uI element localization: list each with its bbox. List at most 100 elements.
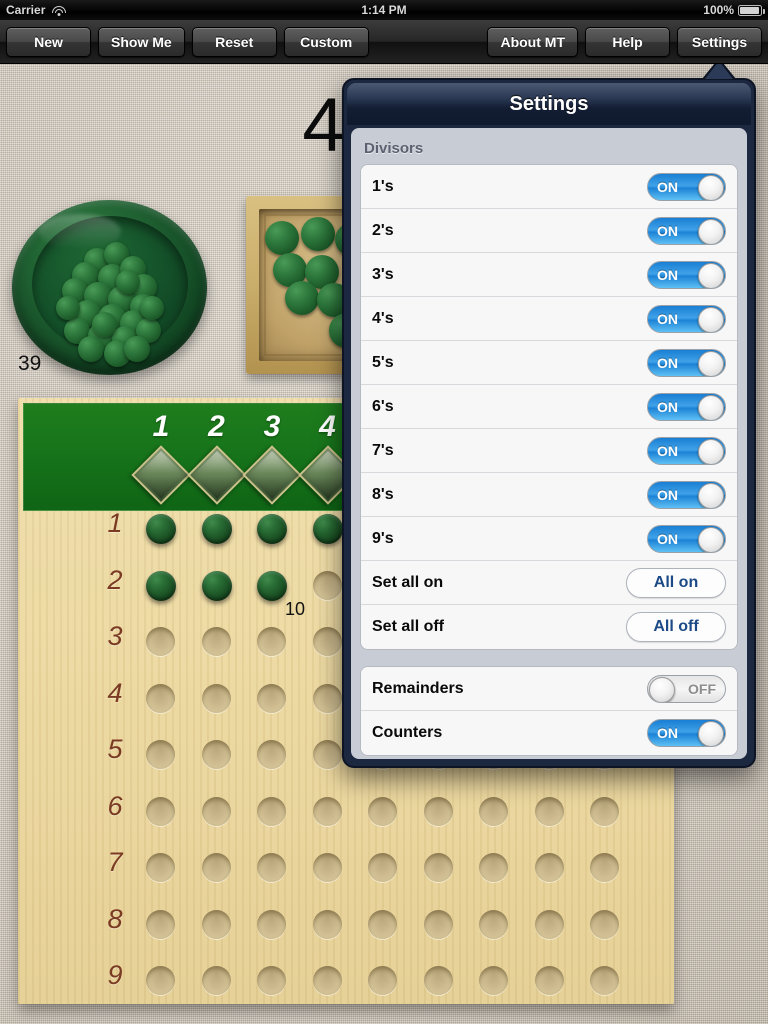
- board-hole[interactable]: [146, 627, 175, 656]
- board-hole[interactable]: [312, 909, 342, 939]
- help-button[interactable]: Help: [585, 26, 670, 57]
- bowl-counter[interactable]: [56, 296, 80, 320]
- divisor-toggle-8[interactable]: ON: [647, 480, 726, 509]
- board-hole[interactable]: [312, 853, 342, 882]
- settings-row[interactable]: 2's ON: [361, 209, 737, 253]
- show-me-button[interactable]: Show Me: [98, 26, 185, 57]
- board-hole[interactable]: [257, 909, 286, 939]
- divisor-toggle-5[interactable]: ON: [647, 348, 726, 377]
- column-marker-2[interactable]: [186, 445, 247, 505]
- counters-toggle[interactable]: ON: [647, 719, 726, 747]
- board-counter[interactable]: [257, 514, 287, 544]
- board-counter[interactable]: [201, 514, 232, 544]
- settings-row[interactable]: 1's ON: [361, 165, 737, 209]
- board-hole[interactable]: [312, 740, 342, 769]
- bowl-counter[interactable]: [78, 336, 104, 362]
- board-hole[interactable]: [257, 966, 286, 995]
- tray-counter[interactable]: [285, 281, 319, 315]
- remainders-toggle[interactable]: OFF: [647, 674, 726, 703]
- settings-row[interactable]: 7's ON: [361, 429, 737, 473]
- board-counter[interactable]: [146, 514, 176, 544]
- bowl-counter[interactable]: [140, 296, 164, 320]
- board-hole[interactable]: [312, 627, 342, 656]
- board-hole[interactable]: [146, 796, 175, 826]
- board-hole[interactable]: [479, 909, 508, 939]
- board-hole[interactable]: [368, 853, 397, 882]
- settings-row[interactable]: Remainders OFF: [361, 667, 737, 711]
- custom-button[interactable]: Custom: [283, 26, 369, 57]
- board-hole[interactable]: [257, 627, 286, 656]
- settings-row[interactable]: 3's ON: [361, 253, 737, 297]
- settings-row[interactable]: 8's ON: [361, 473, 737, 517]
- board-hole[interactable]: [146, 909, 175, 939]
- board-hole[interactable]: [590, 909, 619, 939]
- tray-counter[interactable]: [301, 217, 335, 251]
- settings-button[interactable]: Settings: [677, 26, 762, 57]
- board-hole[interactable]: [368, 909, 397, 939]
- tray-counter[interactable]: [265, 221, 299, 255]
- settings-row[interactable]: 4's ON: [361, 297, 737, 341]
- set-all-on-button[interactable]: All on: [626, 567, 726, 598]
- board-hole[interactable]: [257, 683, 286, 713]
- divisor-toggle-1[interactable]: ON: [647, 172, 726, 201]
- board-hole[interactable]: [201, 627, 231, 656]
- reset-button[interactable]: Reset: [191, 26, 277, 57]
- board-hole[interactable]: [201, 740, 231, 769]
- board-hole[interactable]: [312, 683, 342, 713]
- board-hole[interactable]: [368, 796, 397, 826]
- settings-row[interactable]: Set all off All off: [361, 605, 737, 649]
- board-counter[interactable]: [257, 570, 287, 601]
- board-hole[interactable]: [201, 853, 231, 882]
- board-counter[interactable]: [312, 514, 343, 544]
- board-hole[interactable]: [423, 796, 453, 826]
- board-hole[interactable]: [146, 853, 175, 882]
- board-hole[interactable]: [257, 796, 286, 826]
- column-marker-1[interactable]: [131, 445, 191, 505]
- bowl-counter[interactable]: [124, 336, 150, 362]
- board-hole[interactable]: [590, 966, 619, 995]
- board-hole[interactable]: [312, 570, 342, 600]
- board-hole[interactable]: [257, 740, 286, 769]
- board-hole[interactable]: [201, 909, 231, 939]
- set-all-off-button[interactable]: All off: [626, 612, 726, 642]
- settings-row[interactable]: Counters ON: [361, 711, 737, 755]
- column-marker-3[interactable]: [242, 445, 302, 505]
- board-hole[interactable]: [423, 966, 453, 995]
- board-hole[interactable]: [201, 683, 231, 713]
- divisor-toggle-7[interactable]: ON: [647, 436, 726, 465]
- board-hole[interactable]: [590, 796, 619, 826]
- about-mt-button[interactable]: About MT: [487, 26, 578, 57]
- board-counter[interactable]: [146, 570, 176, 601]
- board-counter[interactable]: [201, 570, 232, 601]
- settings-row[interactable]: 9's ON: [361, 517, 737, 561]
- board-hole[interactable]: [534, 909, 564, 939]
- divisor-toggle-2[interactable]: ON: [647, 216, 726, 245]
- board-hole[interactable]: [479, 853, 508, 882]
- bowl-counter[interactable]: [116, 270, 140, 294]
- settings-row[interactable]: 6's ON: [361, 385, 737, 429]
- settings-row[interactable]: Set all on All on: [361, 561, 737, 605]
- board-hole[interactable]: [534, 853, 564, 882]
- board-hole[interactable]: [368, 966, 397, 995]
- board-hole[interactable]: [201, 966, 231, 995]
- board-hole[interactable]: [201, 796, 231, 826]
- divisor-toggle-9[interactable]: ON: [647, 524, 726, 553]
- board-hole[interactable]: [146, 740, 175, 769]
- board-hole[interactable]: [534, 796, 564, 826]
- new-button[interactable]: New: [6, 26, 91, 57]
- divisor-toggle-6[interactable]: ON: [647, 392, 726, 421]
- divisor-toggle-3[interactable]: ON: [647, 260, 726, 289]
- board-hole[interactable]: [146, 966, 175, 995]
- board-hole[interactable]: [312, 966, 342, 995]
- divisor-toggle-4[interactable]: ON: [647, 304, 726, 333]
- board-hole[interactable]: [423, 853, 453, 882]
- board-hole[interactable]: [312, 796, 342, 826]
- bowl-counter[interactable]: [92, 312, 117, 337]
- board-hole[interactable]: [479, 796, 508, 826]
- board-hole[interactable]: [590, 853, 619, 882]
- board-hole[interactable]: [423, 909, 453, 939]
- board-hole[interactable]: [146, 683, 175, 713]
- board-hole[interactable]: [257, 853, 286, 882]
- board-hole[interactable]: [534, 966, 564, 995]
- settings-row[interactable]: 5's ON: [361, 341, 737, 385]
